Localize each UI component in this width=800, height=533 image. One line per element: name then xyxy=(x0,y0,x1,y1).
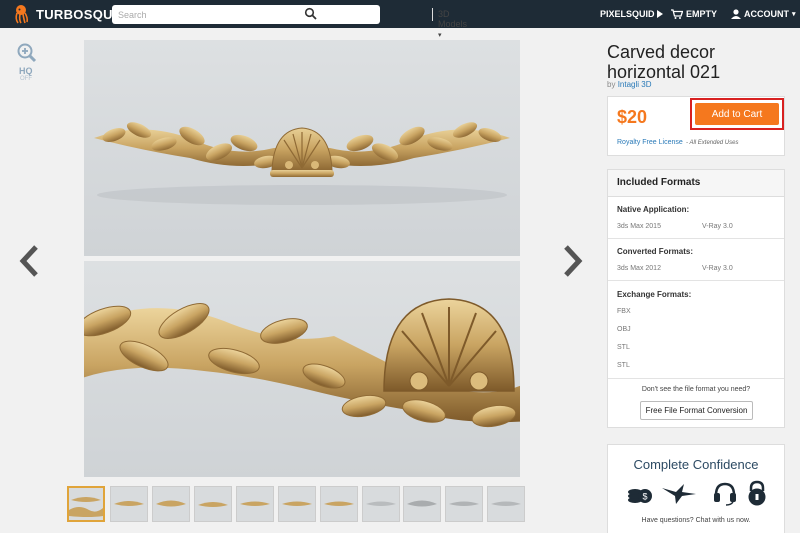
format-question: Don't see the file format you need? xyxy=(641,386,751,393)
thumbnail-image xyxy=(324,501,354,506)
divider xyxy=(608,378,784,379)
license-link[interactable]: Royalty Free License xyxy=(617,139,683,146)
search-category-label: 3D Models xyxy=(438,9,468,29)
thumbnail-image xyxy=(156,500,186,507)
carved-decor-closeup xyxy=(84,298,520,428)
native-label: Native Application: xyxy=(617,205,690,214)
format-item: STL xyxy=(617,362,630,369)
search-divider xyxy=(432,8,433,21)
search-icon[interactable] xyxy=(304,7,318,21)
thumbnail-image xyxy=(407,500,437,507)
hq-toggle[interactable]: HQ xyxy=(19,66,33,76)
divider xyxy=(608,280,784,281)
thumbnail-2[interactable] xyxy=(110,486,148,522)
format-item: STL xyxy=(617,344,630,351)
thumbnail-10[interactable] xyxy=(445,486,483,522)
thumbnail-1[interactable] xyxy=(67,486,105,522)
format-item: 3ds Max 2015 xyxy=(617,223,661,230)
author-line: by Intagli 3D xyxy=(607,80,651,89)
chevron-left-icon[interactable] xyxy=(18,244,40,278)
thumbnail-image xyxy=(240,501,270,506)
account-label: ACCOUNT xyxy=(744,9,789,19)
thumbnail-9[interactable] xyxy=(403,486,441,522)
caret-right-icon xyxy=(656,10,663,18)
hq-state: OFF xyxy=(20,76,32,82)
thumbnail-image xyxy=(114,501,144,506)
included-formats-panel: Included Formats Native Application: 3ds… xyxy=(607,169,785,428)
pixelsquid-link[interactable]: PIXELSQUID xyxy=(600,9,663,19)
price-box: $20 Add to Cart Royalty Free License - A… xyxy=(607,96,785,156)
cart-icon xyxy=(671,9,683,19)
format-item: V-Ray 3.0 xyxy=(702,265,733,272)
headset-icon xyxy=(714,482,736,506)
top-nav-bar: TURBOSQUID 3D Models ▾ PIXELSQUID EMPTY … xyxy=(0,0,800,39)
thumbnail-3[interactable] xyxy=(152,486,190,522)
pixelsquid-label: PIXELSQUID xyxy=(600,9,655,19)
author-link[interactable]: Intagli 3D xyxy=(618,80,652,89)
svg-text:$: $ xyxy=(642,492,647,502)
format-item: FBX xyxy=(617,308,631,315)
search-input[interactable] xyxy=(118,7,298,22)
thumbnail-image xyxy=(198,502,228,507)
price: $20 xyxy=(617,107,648,127)
chat-prompt[interactable]: Have questions? Chat with us now. xyxy=(608,517,784,524)
cart-link[interactable]: EMPTY xyxy=(671,9,717,19)
thumbnail-6[interactable] xyxy=(278,486,316,522)
exchange-label: Exchange Formats: xyxy=(617,290,692,299)
format-item: V-Ray 3.0 xyxy=(702,223,733,230)
license-note: - All Extended Uses xyxy=(686,140,739,146)
money-icon: $ xyxy=(628,489,652,503)
thumbnail-5[interactable] xyxy=(236,486,274,522)
format-item: OBJ xyxy=(617,326,631,333)
thumbnail-8[interactable] xyxy=(362,486,400,522)
product-image-main[interactable] xyxy=(84,40,520,256)
confidence-panel: Complete Confidence $ Have questions? Ch… xyxy=(607,444,785,533)
search-bar: 3D Models ▾ xyxy=(112,5,467,39)
formats-header: Included Formats xyxy=(608,170,784,197)
thumbnail-image xyxy=(366,501,396,506)
formats-title: Included Formats xyxy=(617,177,701,188)
zoom-in-icon[interactable] xyxy=(17,43,37,63)
divider xyxy=(608,238,784,239)
cart-label: EMPTY xyxy=(686,9,718,19)
carved-decor-render xyxy=(94,122,510,205)
search-category-select[interactable]: 3D Models ▾ xyxy=(438,9,467,39)
add-to-cart-button[interactable]: Add to Cart xyxy=(695,103,779,125)
thumbnail-7[interactable] xyxy=(320,486,358,522)
converted-label: Converted Formats: xyxy=(617,247,694,256)
file-conversion-button[interactable]: Free File Format Conversion xyxy=(640,401,753,420)
author-prefix: by xyxy=(607,80,616,89)
thumbnail-image xyxy=(69,497,103,517)
caret-down-icon: ▾ xyxy=(792,11,796,18)
thumbnail-11[interactable] xyxy=(487,486,525,522)
thumbnail-image xyxy=(491,501,521,506)
thumbnail-4[interactable] xyxy=(194,486,232,522)
bird-icon xyxy=(662,484,696,504)
account-menu[interactable]: ACCOUNT ▾ xyxy=(731,9,796,19)
user-icon xyxy=(731,9,741,19)
thumbnail-image xyxy=(282,501,312,506)
format-item: 3ds Max 2012 xyxy=(617,265,661,272)
lock-icon xyxy=(748,480,766,506)
chevron-right-icon[interactable] xyxy=(562,244,584,278)
product-image-detail[interactable] xyxy=(84,261,520,477)
caret-down-icon: ▾ xyxy=(438,32,442,39)
logo[interactable]: TURBOSQUID xyxy=(12,4,126,24)
thumbnail-image xyxy=(449,501,479,506)
confidence-title: Complete Confidence xyxy=(633,457,759,472)
product-title: Carved decor horizontal 021 xyxy=(607,42,721,82)
squid-logo-icon xyxy=(15,5,29,24)
